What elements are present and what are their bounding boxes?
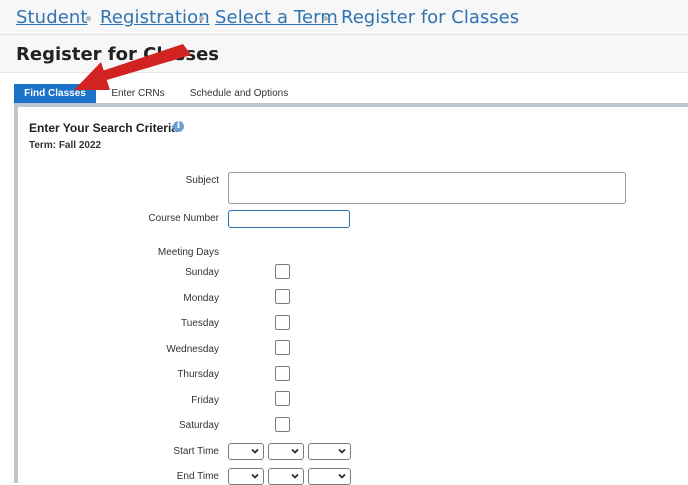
subject-label: Subject <box>185 175 219 186</box>
chevron-down-icon <box>291 448 299 454</box>
subject-input[interactable] <box>228 172 626 204</box>
page-title-bar: Register for Classes <box>0 35 688 73</box>
breadcrumb-separator <box>199 16 204 21</box>
breadcrumb-separator <box>323 16 328 21</box>
chevron-down-icon <box>338 473 346 479</box>
day-label-thursday: Thursday <box>177 369 219 380</box>
term-label: Term: Fall 2022 <box>29 140 102 151</box>
end-hour-select[interactable] <box>228 468 264 485</box>
end-ampm-select[interactable] <box>308 468 351 485</box>
meeting-days-label: Meeting Days <box>157 247 219 258</box>
day-label-sunday: Sunday <box>185 267 219 278</box>
chevron-down-icon <box>291 473 299 479</box>
wednesday-checkbox[interactable] <box>275 340 290 355</box>
breadcrumb-separator <box>86 16 91 21</box>
search-panel <box>14 107 688 483</box>
breadcrumb: Student Registration Select a Term Regis… <box>0 0 688 35</box>
start-time-label: Start Time <box>173 446 219 457</box>
breadcrumb-select-term-link[interactable]: Select a Term <box>215 7 338 28</box>
sunday-checkbox[interactable] <box>275 264 290 279</box>
tab-schedule-options[interactable]: Schedule and Options <box>180 84 298 103</box>
page-title: Register for Classes <box>16 44 220 65</box>
chevron-down-icon <box>251 473 259 479</box>
chevron-down-icon <box>338 448 346 454</box>
course-number-input[interactable] <box>228 210 350 228</box>
tab-find-classes[interactable]: Find Classes <box>14 84 96 103</box>
end-time-label: End Time <box>176 471 219 482</box>
tab-enter-crns[interactable]: Enter CRNs <box>102 84 174 103</box>
thursday-checkbox[interactable] <box>275 366 290 381</box>
course-number-label: Course Number <box>148 213 219 224</box>
day-label-saturday: Saturday <box>178 420 219 431</box>
start-minute-select[interactable] <box>268 443 304 460</box>
monday-checkbox[interactable] <box>275 289 290 304</box>
end-minute-select[interactable] <box>268 468 304 485</box>
search-criteria-heading: Enter Your Search Criteria <box>29 121 178 135</box>
day-label-wednesday: Wednesday <box>166 344 219 355</box>
day-label-monday: Monday <box>183 293 219 304</box>
start-hour-select[interactable] <box>228 443 264 460</box>
start-ampm-select[interactable] <box>308 443 351 460</box>
breadcrumb-student-link[interactable]: Student <box>16 7 88 28</box>
breadcrumb-current: Register for Classes <box>341 7 520 28</box>
saturday-checkbox[interactable] <box>275 417 290 432</box>
tuesday-checkbox[interactable] <box>275 315 290 330</box>
breadcrumb-registration-link[interactable]: Registration <box>100 7 210 28</box>
day-label-tuesday: Tuesday <box>181 318 219 329</box>
tab-bar: Find Classes Enter CRNs Schedule and Opt… <box>14 84 688 107</box>
day-label-friday: Friday <box>191 395 219 406</box>
chevron-down-icon <box>251 448 259 454</box>
friday-checkbox[interactable] <box>275 391 290 406</box>
info-icon[interactable]: i <box>173 121 184 132</box>
